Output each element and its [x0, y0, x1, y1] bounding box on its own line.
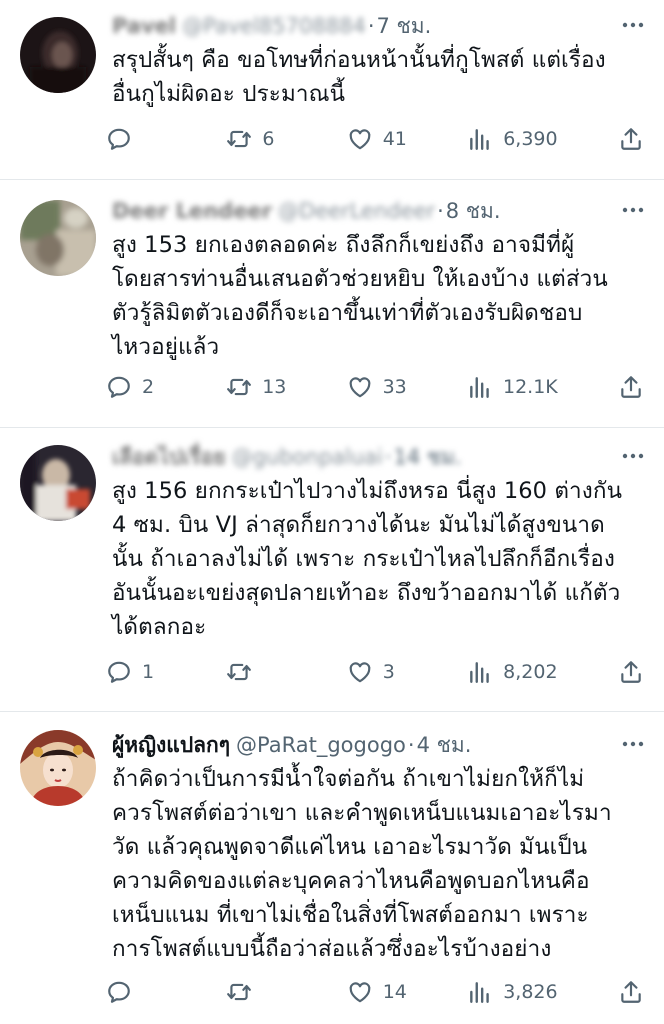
reply-icon	[106, 659, 132, 685]
tweet-header: เลือดไปเรื่อย @gubonpaluai · 14 ชม.	[112, 441, 648, 473]
views-icon	[467, 979, 493, 1005]
like-count: 41	[382, 128, 407, 150]
avatar[interactable]	[20, 17, 96, 93]
avatar[interactable]	[20, 200, 96, 276]
timestamp[interactable]: 4 ชม.	[417, 729, 472, 762]
tweet-text: สรุปสั้นๆ คือ ขอโทษที่ก่อนหน้านั้นที่กูโ…	[112, 47, 606, 107]
user-handle[interactable]: @PaRat_gogogo	[236, 733, 406, 757]
display-name[interactable]: ผู้หญิงแปลกๆ	[112, 729, 230, 762]
timestamp[interactable]: 7 ชม.	[377, 10, 432, 43]
share-icon	[618, 659, 644, 685]
share-button[interactable]	[618, 979, 644, 1005]
like-button[interactable]: 41	[347, 126, 407, 152]
share-icon	[618, 979, 644, 1005]
user-handle[interactable]: @Pavel85708884	[182, 14, 366, 38]
tweet-header: ผู้หญิงแปลกๆ @PaRat_gogogo · 4 ชม.	[112, 729, 648, 761]
avatar[interactable]	[20, 445, 96, 521]
view-count: 8,202	[503, 661, 558, 683]
like-icon	[347, 979, 373, 1005]
display-name[interactable]: เลือดไปเรื่อย	[112, 441, 226, 474]
more-icon[interactable]	[618, 10, 648, 40]
tweet[interactable]: ผู้หญิงแปลกๆ @PaRat_gogogo · 4 ชม. ถ้าคิ…	[0, 712, 664, 1024]
like-count: 33	[382, 376, 407, 398]
more-icon[interactable]	[618, 195, 648, 225]
like-count: 3	[382, 661, 395, 683]
share-button[interactable]	[618, 126, 644, 152]
reply-button[interactable]	[106, 126, 166, 152]
views-icon	[467, 659, 493, 685]
tweet[interactable]: Pavel @Pavel85708884 · 7 ชม. สรุปสั้นๆ ค…	[0, 0, 664, 180]
views-button[interactable]: 12.1K	[467, 374, 558, 400]
tweet[interactable]: Deer Lendeer @DeerLendeer · 8 ชม. สูง 15…	[0, 180, 664, 428]
views-button[interactable]: 6,390	[467, 126, 558, 152]
like-button[interactable]: 3	[347, 659, 407, 685]
tweet-actions: 2 13 33 12.1K	[106, 369, 644, 405]
avatar[interactable]	[20, 730, 96, 806]
retweet-icon	[226, 374, 252, 400]
reply-count: 2	[142, 376, 155, 398]
views-icon	[467, 374, 493, 400]
retweet-count: 13	[262, 376, 287, 398]
tweet-text: สูง 156 ยกกระเป๋าไปวางไม่ถึงหรอ นี่สูง 1…	[112, 478, 623, 640]
share-button[interactable]	[618, 374, 644, 400]
display-name[interactable]: Pavel	[112, 14, 176, 38]
views-icon	[467, 126, 493, 152]
more-icon[interactable]	[618, 729, 648, 759]
tweet-text: ถ้าคิดว่าเป็นการมีน้ำใจต่อกัน ถ้าเขาไม่ย…	[112, 766, 612, 962]
reply-icon	[106, 979, 132, 1005]
tweet-header: Pavel @Pavel85708884 · 7 ชม.	[112, 10, 648, 42]
like-icon	[347, 126, 373, 152]
tweet-actions: 14 3,826	[106, 974, 644, 1010]
reply-icon	[106, 374, 132, 400]
user-handle[interactable]: @DeerLendeer	[278, 199, 435, 223]
like-button[interactable]: 33	[347, 374, 407, 400]
share-icon	[618, 374, 644, 400]
retweet-button[interactable]	[226, 659, 286, 685]
tweet-actions: 6 41 6,390	[106, 121, 644, 157]
views-button[interactable]: 3,826	[467, 979, 558, 1005]
retweet-button[interactable]: 6	[226, 126, 286, 152]
tweet[interactable]: เลือดไปเรื่อย @gubonpaluai · 14 ชม. สูง …	[0, 428, 664, 712]
view-count: 6,390	[503, 128, 558, 150]
reply-button[interactable]	[106, 979, 166, 1005]
more-icon[interactable]	[618, 441, 648, 471]
retweet-icon	[226, 659, 252, 685]
view-count: 3,826	[503, 981, 558, 1003]
views-button[interactable]: 8,202	[467, 659, 558, 685]
timestamp[interactable]: 8 ชม.	[446, 195, 501, 228]
share-icon	[618, 126, 644, 152]
reply-feed: Pavel @Pavel85708884 · 7 ชม. สรุปสั้นๆ ค…	[0, 0, 664, 1024]
tweet-actions: 1 3 8,202	[106, 654, 644, 690]
like-icon	[347, 374, 373, 400]
retweet-button[interactable]: 13	[226, 374, 286, 400]
tweet-text: สูง 153 ยกเองตลอดค่ะ ถึงลึกก็เขย่งถึง อา…	[112, 232, 608, 360]
like-count: 14	[382, 981, 407, 1003]
retweet-icon	[226, 979, 252, 1005]
like-button[interactable]: 14	[347, 979, 407, 1005]
tweet-header: Deer Lendeer @DeerLendeer · 8 ชม.	[112, 195, 648, 227]
share-button[interactable]	[618, 659, 644, 685]
reply-icon	[106, 126, 132, 152]
retweet-count: 6	[262, 128, 275, 150]
user-handle[interactable]: @gubonpaluai	[232, 445, 383, 469]
reply-button[interactable]: 2	[106, 374, 166, 400]
view-count: 12.1K	[502, 376, 558, 398]
reply-button[interactable]: 1	[106, 659, 166, 685]
display-name[interactable]: Deer Lendeer	[112, 199, 272, 223]
retweet-button[interactable]	[226, 979, 286, 1005]
timestamp[interactable]: 14 ชม.	[393, 441, 461, 474]
retweet-icon	[226, 126, 252, 152]
like-icon	[347, 659, 373, 685]
reply-count: 1	[142, 661, 155, 683]
